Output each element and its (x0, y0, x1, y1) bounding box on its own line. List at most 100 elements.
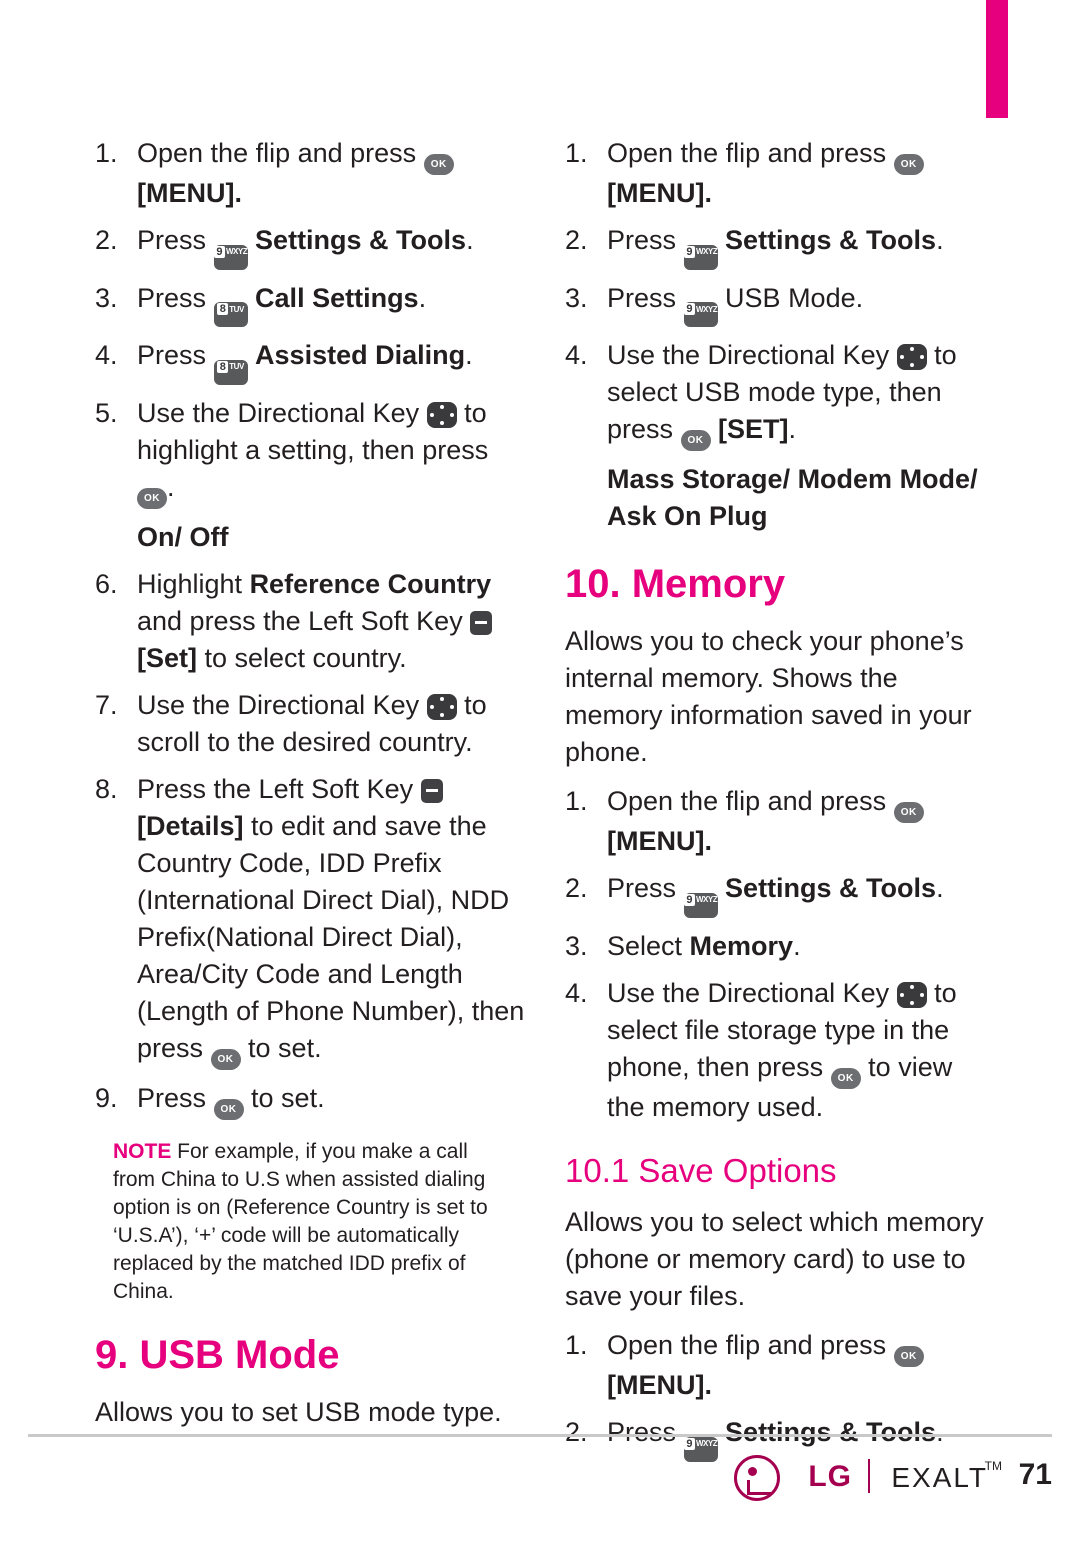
footer-divider-vertical (868, 1459, 870, 1493)
list-item: 7. Use the Directional Key to scroll to … (95, 687, 525, 761)
ok-key-icon: OK (893, 1345, 924, 1367)
key-8-tuv-icon: 8 TUV (213, 359, 248, 385)
step-bold-text: Settings & Tools (725, 873, 937, 904)
top-accent-bar (986, 0, 1008, 118)
ok-key-icon: OK (213, 1098, 244, 1120)
right-column: 1. Open the flip and press OK [MENU]. 2.… (565, 135, 990, 1472)
step-text-2: and press the Left Soft Key (137, 605, 471, 636)
note-block: NOTE For example, if you make a call fro… (95, 1138, 513, 1306)
step-bold-text: Assisted Dialing (255, 340, 466, 371)
step-text: Open the flip and press (137, 138, 424, 168)
step-number: 1. (95, 138, 118, 168)
directional-key-icon (426, 693, 457, 720)
step-tail: . (936, 873, 944, 904)
step-bold-text: USB Mode (725, 282, 856, 313)
list-item: 4. Use the Directional Key to select USB… (565, 337, 990, 452)
step-tail: . (465, 340, 473, 371)
step-number: 2. (95, 225, 118, 255)
step-text: Press (137, 225, 214, 255)
directional-key-icon (896, 344, 927, 371)
left-soft-key-icon (470, 610, 493, 635)
step-text: Press (607, 282, 684, 313)
subsection-number: 10.1 (565, 1151, 639, 1189)
list-item: 1. Open the flip and press OK [MENU]. (565, 135, 990, 212)
usb-mode-intro: Allows you to set USB mode type. (95, 1396, 502, 1427)
list-item: 1. Open the flip and press OK [MENU]. (565, 783, 990, 860)
note-text: For example, if you make a call from Chi… (113, 1139, 488, 1303)
ok-key-icon: OK (893, 154, 924, 175)
step-number: 1. (565, 1329, 588, 1360)
key-9-wxyz-icon: 9 WXYZ (683, 244, 718, 270)
key-9-wxyz-icon: 9 WXYZ (683, 892, 718, 918)
step-number: 4. (565, 340, 588, 371)
step-bold-text: Reference Country (249, 568, 492, 599)
ok-key-icon: OK (210, 1048, 241, 1070)
step-tail: . (936, 1416, 944, 1447)
step-text: Use the Directional Key (137, 689, 427, 720)
step-bold-text: [MENU]. (607, 826, 712, 857)
step-text: Highlight (137, 568, 250, 599)
step-text: Open the flip and press (607, 138, 894, 168)
key-9-wxyz-icon: 9 WXYZ (683, 302, 718, 328)
memory-intro: Allows you to check your phone’s interna… (565, 626, 972, 768)
step-bold-text: [MENU]. (137, 178, 242, 208)
step-number: 4. (95, 340, 118, 371)
step-text: Press (137, 1082, 214, 1113)
step-number: 7. (95, 689, 118, 720)
left-column: 1. Open the flip and press OK [MENU]. 2.… (95, 135, 525, 1443)
ok-key-icon: OK (830, 1067, 861, 1089)
on-off-label: On/ Off (137, 521, 229, 552)
list-item: 1. Open the flip and press OK [MENU]. (565, 1327, 990, 1404)
step-bold-text: [MENU]. (607, 178, 712, 208)
step-bold-text: Memory (689, 930, 794, 961)
step-bold-text: Call Settings (255, 282, 419, 313)
step-text: Open the flip and press (607, 786, 894, 817)
subsection-heading-save-options: 10.1 Save Options (565, 1152, 990, 1190)
step-number: 3. (565, 930, 588, 961)
list-item: 2. Press 9 WXYZ Settings & Tools. (95, 222, 525, 270)
step-number: 2. (565, 1416, 588, 1447)
step-number: 3. (565, 282, 588, 313)
subsection-title: Save Options (638, 1151, 837, 1189)
step-text: Use the Directional Key (137, 397, 427, 428)
step-text: Press (607, 225, 684, 255)
directional-key-icon (426, 401, 457, 428)
step-number: 1. (565, 786, 588, 817)
save-options-intro: Allows you to select which memory (phone… (565, 1206, 984, 1311)
step-tail: to set. (243, 1082, 325, 1113)
step-text: Press (137, 340, 214, 371)
step-text: Open the flip and press (607, 1329, 894, 1360)
step-tail: to select country. (197, 642, 407, 673)
section-heading-memory: 10. Memory (565, 562, 786, 607)
step-bold-text-2: [Set] (137, 642, 197, 673)
step-text: Press (607, 873, 684, 904)
step-number: 3. (95, 282, 118, 313)
step-text: Press (607, 1416, 684, 1447)
list-item: 3. Press 9 WXYZ USB Mode. (565, 280, 990, 328)
step-tail: to edit and save the Country Code, IDD P… (137, 810, 525, 1063)
list-item: 2. Press 9 WXYZ Settings & Tools. (565, 870, 990, 918)
ok-key-icon: OK (137, 487, 167, 509)
step-text: Select (607, 930, 690, 961)
step-tail: . (855, 282, 864, 313)
step-bold-text: Settings & Tools (725, 1416, 937, 1447)
list-item: 3. Press 8 TUV Call Settings. (95, 280, 525, 328)
step-bold-text: Settings & Tools (255, 225, 467, 255)
page-footer: LG EXALT TM 71 (0, 1455, 1080, 1515)
note-tag: NOTE (113, 1139, 172, 1163)
step-tail: . (793, 930, 801, 961)
list-item: 1. Open the flip and press OK [MENU]. (95, 135, 525, 212)
list-item: 2. Press 9 WXYZ Settings & Tools. (565, 222, 990, 270)
ok-key-icon: OK (680, 430, 711, 452)
brand-name: LG (808, 1460, 852, 1493)
step-number: 2. (565, 873, 588, 904)
key-8-tuv-icon: 8 TUV (213, 302, 248, 328)
key-9-wxyz-icon: 9 WXYZ (213, 244, 248, 270)
step-bold-text-2: [Details] (137, 810, 244, 841)
step-number: 2. (565, 225, 588, 255)
step-number: 1. (565, 138, 588, 168)
page-number: 71 (1018, 1458, 1052, 1491)
step-number: 8. (95, 773, 118, 804)
step-tail: . (936, 225, 944, 255)
step-bold-text: [MENU]. (607, 1369, 712, 1400)
